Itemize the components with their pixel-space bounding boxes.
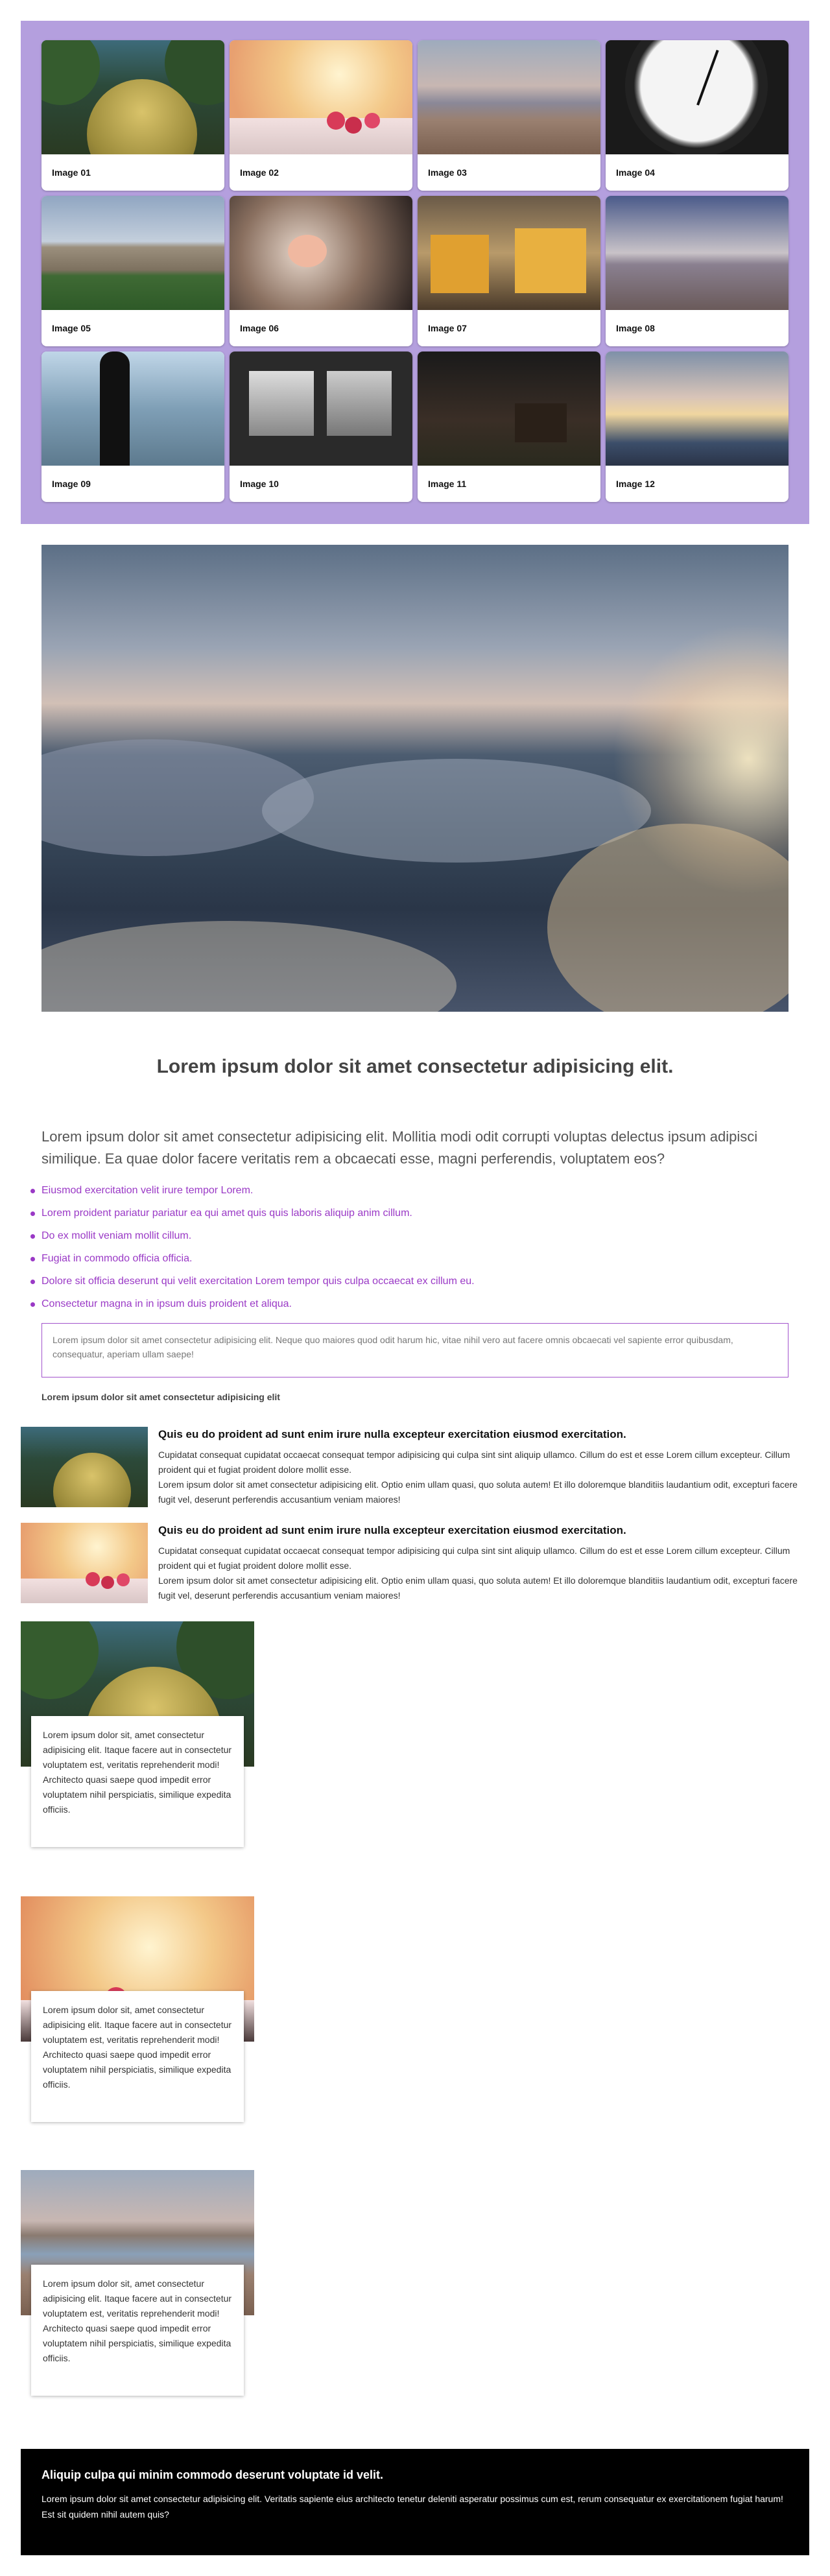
- media-object: Quis eu do proident ad sunt enim irure n…: [21, 1523, 809, 1606]
- card-caption: Image 01: [52, 167, 91, 178]
- list-item: Do ex mollit veniam mollit cillum.: [29, 1230, 788, 1252]
- gallery-card[interactable]: Image 05: [42, 196, 224, 346]
- media-text: Lorem ipsum dolor sit amet consectetur a…: [158, 1479, 798, 1505]
- page-title: Lorem ipsum dolor sit amet consectetur a…: [156, 1056, 674, 1077]
- list-item: Fugiat in commodo officia officia.: [29, 1252, 788, 1275]
- gallery-card[interactable]: Image 04: [606, 40, 788, 191]
- list-item: Lorem proident pariatur pariatur ea qui …: [29, 1207, 788, 1230]
- gallery-card[interactable]: Image 03: [418, 40, 600, 191]
- lead-paragraph: Lorem ipsum dolor sit amet consectetur a…: [42, 1128, 758, 1167]
- card-caption: Image 09: [52, 479, 91, 489]
- gallery-card[interactable]: Image 02: [230, 40, 412, 191]
- blockquote: Lorem ipsum dolor sit amet consectetur a…: [42, 1323, 788, 1377]
- overlap-card-text: Lorem ipsum dolor sit, amet consectetur …: [31, 2265, 244, 2396]
- college-building-photo: [42, 196, 224, 310]
- overlap-card: Lorem ipsum dolor sit, amet consectetur …: [21, 2170, 254, 2396]
- card-caption: Image 08: [616, 323, 655, 333]
- bold-caption: Lorem ipsum dolor sit amet consectetur a…: [42, 1392, 280, 1402]
- card-caption: Image 05: [52, 323, 91, 333]
- overlap-card: Lorem ipsum dolor sit, amet consectetur …: [21, 1621, 254, 1847]
- card-caption: Image 02: [240, 167, 279, 178]
- person-lake-photo: [42, 352, 224, 466]
- media-text: Cupidatat consequat cupidatat occaecat c…: [158, 1449, 790, 1475]
- overlap-card-text: Lorem ipsum dolor sit, amet consectetur …: [31, 1991, 244, 2122]
- gallery-card[interactable]: Image 10: [230, 352, 412, 502]
- beach-photo: [606, 196, 788, 310]
- card-caption: Image 03: [428, 167, 467, 178]
- card-caption: Image 10: [240, 479, 279, 489]
- footer-banner: Aliquip culpa qui minim commodo deserunt…: [21, 2449, 809, 2555]
- gallery-card[interactable]: Image 01: [42, 40, 224, 191]
- media-text: Lorem ipsum dolor sit amet consectetur a…: [158, 1575, 798, 1601]
- overlap-card-text: Lorem ipsum dolor sit, amet consectetur …: [31, 1716, 244, 1847]
- footer-text: Lorem ipsum dolor sit amet consectetur a…: [42, 2494, 783, 2520]
- media-object: Quis eu do proident ad sunt enim irure n…: [21, 1427, 809, 1510]
- image-gallery: Image 01 Image 02 Image 03 Image 04 Imag…: [21, 21, 809, 524]
- card-caption: Image 12: [616, 479, 655, 489]
- berries-photo: [230, 40, 412, 154]
- card-caption: Image 07: [428, 323, 467, 333]
- gallery-card[interactable]: Image 06: [230, 196, 412, 346]
- gallery-card[interactable]: Image 07: [418, 196, 600, 346]
- footer-heading: Aliquip culpa qui minim commodo deserunt…: [42, 2468, 384, 2481]
- card-caption: Image 04: [616, 167, 655, 178]
- media-text: Cupidatat consequat cupidatat occaecat c…: [158, 1545, 790, 1571]
- clouds-sunset-photo: [606, 352, 788, 466]
- media-heading: Quis eu do proident ad sunt enim irure n…: [158, 1428, 626, 1440]
- list-item: Eiusmod exercitation velit irure tempor …: [29, 1184, 788, 1207]
- gallery-card[interactable]: Image 11: [418, 352, 600, 502]
- moss-hill-photo: [21, 1427, 148, 1507]
- overlap-card: Lorem ipsum dolor sit, amet consectetur …: [21, 1896, 254, 2122]
- tea-flower-photo: [230, 196, 412, 310]
- gallery-card[interactable]: Image 08: [606, 196, 788, 346]
- clouds-above-photo: [42, 545, 788, 1012]
- train-window-photo: [230, 352, 412, 466]
- clock-photo: [606, 40, 788, 154]
- moss-hill-photo: [42, 40, 224, 154]
- card-caption: Image 11: [428, 479, 467, 489]
- media-heading: Quis eu do proident ad sunt enim irure n…: [158, 1524, 626, 1536]
- gallery-card[interactable]: Image 12: [606, 352, 788, 502]
- card-caption: Image 06: [240, 323, 279, 333]
- gallery-card[interactable]: Image 09: [42, 352, 224, 502]
- barn-night-photo: [418, 352, 600, 466]
- berries-photo: [21, 1523, 148, 1603]
- tram-photo: [418, 196, 600, 310]
- list-item: Consectetur magna in in ipsum duis proid…: [29, 1298, 788, 1320]
- list-item: Dolore sit officia deserunt qui velit ex…: [29, 1275, 788, 1298]
- bullet-list: Eiusmod exercitation velit irure tempor …: [30, 1184, 788, 1320]
- lake-marsh-photo: [418, 40, 600, 154]
